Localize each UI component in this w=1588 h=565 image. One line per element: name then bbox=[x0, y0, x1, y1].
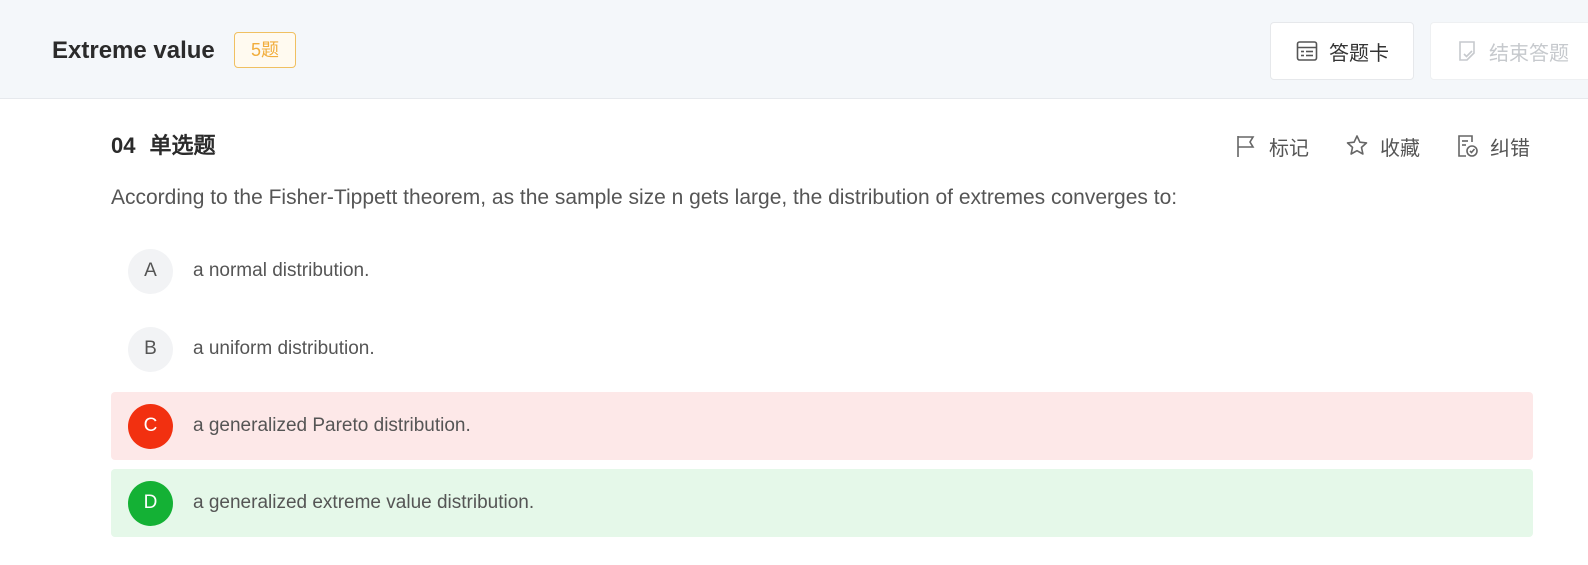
option-letter: A bbox=[128, 248, 173, 294]
favorite-button[interactable]: 收藏 bbox=[1344, 130, 1420, 162]
option-text: a normal distribution. bbox=[193, 260, 370, 281]
submit-document-icon bbox=[1455, 39, 1479, 63]
end-quiz-button[interactable]: 结束答题 bbox=[1430, 22, 1588, 80]
mark-button[interactable]: 标记 bbox=[1233, 130, 1309, 162]
option-text: a uniform distribution. bbox=[193, 338, 375, 359]
option-letter: C bbox=[128, 403, 173, 449]
option-letter: D bbox=[128, 480, 173, 526]
end-quiz-label: 结束答题 bbox=[1489, 42, 1569, 65]
question-type: 单选题 bbox=[149, 133, 216, 158]
answer-sheet-icon bbox=[1295, 39, 1319, 63]
option-a[interactable]: A a normal distribution. bbox=[111, 237, 1533, 305]
option-text: a generalized Pareto distribution. bbox=[193, 415, 471, 436]
option-b[interactable]: B a uniform distribution. bbox=[111, 315, 1533, 383]
option-c-wrong[interactable]: C a generalized Pareto distribution. bbox=[111, 392, 1533, 460]
option-text: a generalized extreme value distribution… bbox=[193, 492, 535, 513]
answer-card-button[interactable]: 答题卡 bbox=[1270, 22, 1414, 80]
report-document-icon bbox=[1454, 133, 1480, 159]
report-error-button[interactable]: 纠错 bbox=[1454, 130, 1530, 162]
option-letter: B bbox=[128, 326, 173, 372]
question-number: 04 bbox=[111, 133, 136, 158]
question-heading: 04 单选题 bbox=[111, 132, 216, 160]
star-icon bbox=[1344, 133, 1370, 159]
quiz-title: Extreme value bbox=[52, 37, 215, 64]
question-count-badge: 5题 bbox=[234, 32, 297, 68]
mark-label: 标记 bbox=[1269, 137, 1309, 160]
question-text: According to the Fisher-Tippett theorem,… bbox=[111, 186, 1178, 209]
answer-card-label: 答题卡 bbox=[1329, 42, 1389, 65]
flag-icon bbox=[1233, 133, 1259, 159]
option-d-correct[interactable]: D a generalized extreme value distributi… bbox=[111, 469, 1533, 537]
top-bar: Extreme value 5题 答题卡 结束答题 bbox=[0, 0, 1588, 99]
report-error-label: 纠错 bbox=[1490, 137, 1530, 160]
favorite-label: 收藏 bbox=[1380, 137, 1420, 160]
